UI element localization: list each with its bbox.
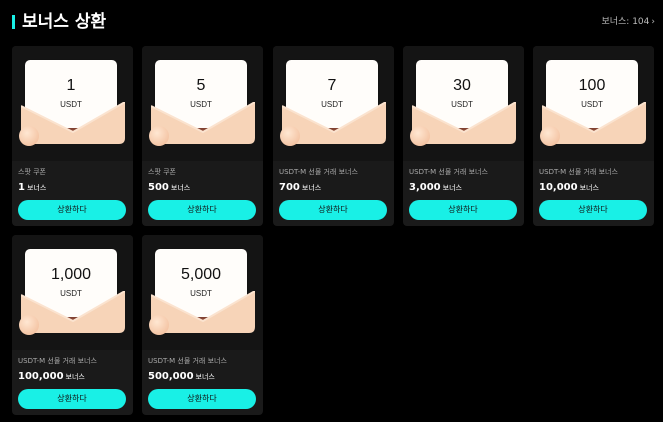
coupon-type: USDT-M 선물 거래 보너스 — [409, 168, 488, 176]
coupon-card: 30 USDT USDT-M 선물 거래 보너스 3,000 보너스 상환하다 — [403, 46, 524, 226]
coupon-type: USDT-M 선물 거래 보너스 — [18, 357, 97, 365]
coupon-value-number: 1 — [18, 182, 25, 193]
coupon-envelope-image: 1,000 USDT — [12, 235, 133, 350]
coupon-type: USDT-M 선물 거래 보너스 — [279, 168, 358, 176]
coupon-amount: 5,000 — [180, 266, 222, 283]
coupon-amount: 1,000 — [50, 266, 92, 283]
coupon-card: 100 USDT USDT-M 선물 거래 보너스 10,000 보너스 상환하다 — [533, 46, 654, 226]
coupon-envelope-image: 1 USDT — [12, 46, 133, 161]
coin-icon — [149, 315, 169, 335]
coupon-value: 3,000 보너스 — [409, 182, 462, 193]
coupon-value-number: 100,000 — [18, 371, 64, 382]
coupon-value-suffix: 보너스 — [301, 184, 322, 192]
coin-icon — [280, 126, 300, 146]
bonus-count-label: 보너스: 104 — [601, 17, 650, 27]
redeem-button[interactable]: 상환하다 — [279, 200, 387, 220]
coupon-value: 700 보너스 — [279, 182, 321, 193]
redeem-button[interactable]: 상환하다 — [539, 200, 647, 220]
title-accent-bar — [12, 15, 15, 29]
coin-icon — [149, 126, 169, 146]
coupon-value: 10,000 보너스 — [539, 182, 599, 193]
coupon-card: 5,000 USDT USDT-M 선물 거래 보너스 500,000 보너스 상… — [142, 235, 263, 415]
coupon-amount: 100 — [578, 77, 606, 94]
redeem-button[interactable]: 상환하다 — [148, 200, 256, 220]
coupon-value-number: 500 — [148, 182, 169, 193]
coupon-envelope-image: 5,000 USDT — [142, 235, 263, 350]
coupon-amount: 7 — [327, 77, 337, 94]
redeem-button[interactable]: 상환하다 — [409, 200, 517, 220]
redeem-button[interactable]: 상환하다 — [148, 389, 256, 409]
coupon-value-suffix: 보너스 — [442, 184, 462, 192]
redeem-button[interactable]: 상환하다 — [18, 389, 126, 409]
coupon-card: 5 USDT 스팟 쿠폰 500 보너스 상환하다 — [142, 46, 263, 226]
coupon-value-number: 3,000 — [409, 182, 441, 193]
coupon-value: 100,000 보너스 — [18, 371, 85, 382]
coupon-envelope-image: 7 USDT — [273, 46, 394, 161]
coupon-amount: 1 — [66, 77, 76, 94]
coupon-value-suffix: 보너스 — [65, 373, 85, 381]
coupon-type: 스팟 쿠폰 — [18, 168, 46, 176]
coupon-card: 1,000 USDT USDT-M 선물 거래 보너스 100,000 보너스 상… — [12, 235, 133, 415]
coupon-card: 1 USDT 스팟 쿠폰 1 보너스 상환하다 — [12, 46, 133, 226]
coupon-type: 스팟 쿠폰 — [148, 168, 176, 176]
coupon-value: 500 보너스 — [148, 182, 190, 193]
coupon-value-number: 10,000 — [539, 182, 578, 193]
coin-icon — [540, 126, 560, 146]
redeem-button[interactable]: 상환하다 — [18, 200, 126, 220]
coupon-value-number: 500,000 — [148, 371, 194, 382]
page-title: 보너스 상환 — [22, 12, 107, 32]
coupon-value-suffix: 보너스 — [195, 373, 215, 381]
coupon-value-suffix: 보너스 — [26, 184, 47, 192]
coupon-value-suffix: 보너스 — [579, 184, 599, 192]
section-header: 보너스 상환 보너스: 104 › — [12, 10, 655, 34]
coupon-amount: 5 — [196, 77, 206, 94]
coupon-value-suffix: 보너스 — [170, 184, 191, 192]
coupon-card: 7 USDT USDT-M 선물 거래 보너스 700 보너스 상환하다 — [273, 46, 394, 226]
coin-icon — [19, 126, 39, 146]
coupon-value-number: 700 — [279, 182, 300, 193]
coupon-value: 1 보너스 — [18, 182, 46, 193]
chevron-right-icon: › — [651, 17, 655, 27]
coin-icon — [19, 315, 39, 335]
bonus-count-link[interactable]: 보너스: 104 › — [601, 16, 655, 28]
coin-icon — [410, 126, 430, 146]
coupon-envelope-image: 100 USDT — [533, 46, 654, 161]
coupon-amount: 30 — [453, 77, 471, 94]
coupon-envelope-image: 30 USDT — [403, 46, 524, 161]
coupon-envelope-image: 5 USDT — [142, 46, 263, 161]
coupon-type: USDT-M 선물 거래 보너스 — [539, 168, 618, 176]
coupon-type: USDT-M 선물 거래 보너스 — [148, 357, 227, 365]
coupon-value: 500,000 보너스 — [148, 371, 215, 382]
